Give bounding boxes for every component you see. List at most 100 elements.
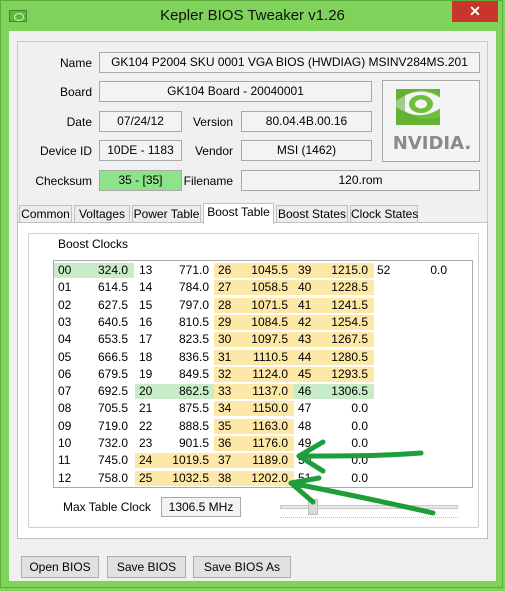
close-button[interactable]: ✕	[452, 1, 498, 22]
filename-field[interactable]: 120.rom	[241, 170, 480, 191]
boost-clock-23[interactable]: 901.5	[161, 436, 215, 451]
boost-clock-10[interactable]: 732.0	[80, 436, 134, 451]
max-table-clock-label: Max Table Clock	[63, 500, 151, 514]
vendor-field[interactable]: MSI (1462)	[241, 140, 372, 161]
boost-clock-20[interactable]: 862.5	[161, 384, 215, 400]
boost-clock-12[interactable]: 758.0	[80, 471, 134, 486]
boost-index-19: 19	[139, 366, 153, 381]
boost-clock-07[interactable]: 692.5	[80, 384, 134, 399]
boost-clock-25[interactable]: 1032.5	[161, 470, 215, 486]
tab-boost-table[interactable]: Boost Table	[203, 203, 274, 224]
slider-track[interactable]	[280, 505, 458, 509]
boost-clock-03[interactable]: 640.5	[80, 315, 134, 330]
boost-clock-49[interactable]: 0.0	[320, 436, 374, 451]
boost-clock-51[interactable]: 0.0	[320, 471, 374, 486]
boost-index-06: 06	[58, 366, 72, 381]
boost-clock-16[interactable]: 810.5	[161, 315, 215, 330]
boost-index-00: 00	[54, 263, 80, 278]
boost-index-39: 39	[294, 263, 320, 278]
client-area: Name GK104 P2004 SKU 0001 VGA BIOS (HWDI…	[9, 31, 496, 581]
boost-index-27: 27	[214, 280, 240, 296]
boost-clock-14[interactable]: 784.0	[161, 280, 215, 295]
boost-clock-42[interactable]: 1254.5	[320, 314, 374, 330]
boost-clock-19[interactable]: 849.5	[161, 367, 215, 382]
boost-clock-35[interactable]: 1163.0	[240, 418, 294, 434]
boost-clock-21[interactable]: 875.5	[161, 401, 215, 416]
boost-clock-13[interactable]: 771.0	[161, 263, 215, 278]
boost-clock-43[interactable]: 1267.5	[320, 332, 374, 348]
boost-index-17: 17	[139, 332, 153, 347]
name-field[interactable]: GK104 P2004 SKU 0001 VGA BIOS (HWDIAG) M…	[99, 52, 480, 73]
boost-clock-08[interactable]: 705.5	[80, 401, 134, 416]
max-clock-slider[interactable]	[280, 499, 460, 521]
boost-clock-17[interactable]: 823.5	[161, 332, 215, 347]
checksum-field[interactable]: 35 - [35]	[99, 170, 182, 191]
boost-index-52: 52	[377, 263, 391, 277]
boost-clock-36[interactable]: 1176.0	[240, 436, 294, 451]
tab-boost-states[interactable]: Boost States	[276, 205, 348, 223]
boost-index-12: 12	[58, 470, 72, 485]
boost-clock-04[interactable]: 653.5	[80, 332, 134, 347]
boost-clock-02[interactable]: 627.5	[80, 298, 134, 313]
boost-clock-40[interactable]: 1228.5	[320, 280, 374, 296]
tab-voltages[interactable]: Voltages	[74, 205, 130, 223]
boost-index-01: 01	[58, 280, 72, 295]
title-bar[interactable]: Kepler BIOS Tweaker v1.26 ✕	[1, 1, 504, 31]
version-field[interactable]: 80.04.4B.00.16	[241, 111, 372, 132]
boost-clock-24[interactable]: 1019.5	[161, 453, 215, 469]
save-bios-as-button[interactable]: Save BIOS As	[193, 556, 291, 578]
vendor-label: Vendor	[194, 144, 233, 158]
boost-clock-31[interactable]: 1110.5	[240, 349, 294, 365]
boost-clock-11[interactable]: 745.0	[80, 453, 134, 468]
boost-clock-37[interactable]: 1189.0	[240, 453, 294, 469]
max-table-clock-field: 1306.5 MHz	[161, 497, 241, 517]
boost-clock-18[interactable]: 836.5	[161, 350, 215, 365]
boost-index-28: 28	[214, 297, 240, 313]
boost-clock-22[interactable]: 888.5	[161, 419, 215, 434]
boost-clock-06[interactable]: 679.5	[80, 367, 134, 382]
checksum-label: Checksum	[35, 174, 92, 188]
boost-clock-44[interactable]: 1280.5	[320, 349, 374, 365]
boost-clock-39[interactable]: 1215.0	[320, 263, 374, 278]
slider-thumb[interactable]	[308, 499, 318, 515]
boost-clock-15[interactable]: 797.0	[161, 298, 215, 313]
boost-clock-26[interactable]: 1045.5	[240, 263, 294, 278]
boost-clock-45[interactable]: 1293.5	[320, 366, 374, 382]
date-field[interactable]: 07/24/12	[99, 111, 182, 132]
tab-power-table[interactable]: Power Table	[132, 205, 201, 223]
boost-clock-46[interactable]: 1306.5	[320, 384, 374, 400]
boost-index-38: 38	[214, 470, 240, 486]
boost-clock-34[interactable]: 1150.0	[240, 401, 294, 417]
boost-clock-01[interactable]: 614.5	[80, 280, 134, 295]
boost-clock-05[interactable]: 666.5	[80, 350, 134, 365]
boost-index-02: 02	[58, 297, 72, 312]
board-field[interactable]: GK104 Board - 20040001	[99, 81, 372, 102]
boost-clock-28[interactable]: 1071.5	[240, 297, 294, 313]
boost-clock-27[interactable]: 1058.5	[240, 280, 294, 296]
boost-clock-38[interactable]: 1202.0	[240, 470, 294, 486]
tab-common[interactable]: Common	[19, 205, 72, 223]
boost-clock-50[interactable]: 0.0	[320, 453, 374, 468]
boost-index-33: 33	[214, 384, 240, 400]
boost-index-05: 05	[58, 349, 72, 364]
boost-clock-41[interactable]: 1241.5	[320, 297, 374, 313]
boost-index-30: 30	[214, 332, 240, 348]
boost-clock-30[interactable]: 1097.5	[240, 332, 294, 348]
boost-clock-00[interactable]: 324.0	[80, 263, 134, 278]
boost-clock-47[interactable]: 0.0	[320, 401, 374, 416]
boost-clock-grid[interactable]: 00 324.0 01 614.5 02 627.5 03 640.5 04 653.5 05 666…	[53, 260, 473, 488]
boost-clock-29[interactable]: 1084.5	[240, 314, 294, 330]
open-bios-button[interactable]: Open BIOS	[21, 556, 99, 578]
board-label: Board	[59, 85, 92, 99]
boost-clock-32[interactable]: 1124.0	[240, 366, 294, 382]
boost-index-48: 48	[298, 418, 312, 433]
save-bios-button[interactable]: Save BIOS	[107, 556, 186, 578]
device-id-field[interactable]: 10DE - 1183	[99, 140, 182, 161]
boost-clock-09[interactable]: 719.0	[80, 419, 134, 434]
boost-index-35: 35	[214, 418, 240, 434]
boost-clock-33[interactable]: 1137.0	[240, 384, 294, 400]
boost-clock-52[interactable]: 0.0	[399, 263, 453, 278]
boost-clock-48[interactable]: 0.0	[320, 419, 374, 434]
name-label: Name	[59, 56, 92, 70]
tab-clock-states[interactable]: Clock States	[350, 205, 418, 223]
